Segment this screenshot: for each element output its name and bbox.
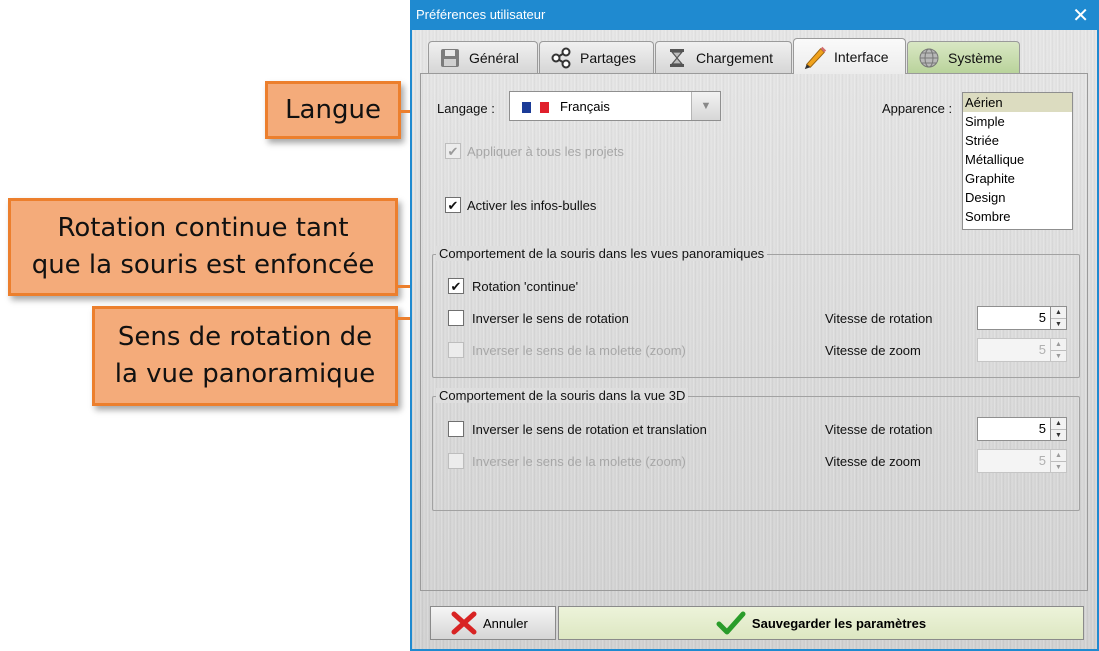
apply-all-label: Appliquer à tous les projets [467, 144, 624, 159]
spin-up-icon[interactable]: ▲ [1051, 307, 1066, 318]
globe-icon [916, 45, 942, 71]
spin-down-icon[interactable]: ▼ [1051, 350, 1066, 362]
appearance-option[interactable]: Striée [963, 131, 1072, 150]
tab-interface-label: Interface [834, 48, 889, 65]
view3d-zoom-speed-value[interactable]: 5 [977, 449, 1051, 473]
view3d-invert-wheel-checkbox[interactable] [448, 453, 464, 469]
pano-zoom-speed-value[interactable]: 5 [977, 338, 1051, 362]
save-button-label: Sauvegarder les paramètres [751, 615, 927, 631]
view3d-rotation-speed-value[interactable]: 5 [977, 417, 1051, 441]
view3d-group-title: Comportement de la souris dans la vue 3D [436, 388, 689, 403]
pano-invert-wheel-label: Inverser le sens de la molette (zoom) [472, 343, 686, 358]
green-check-icon [716, 610, 746, 636]
view3d-zoom-speed-spinner[interactable]: 5 ▲ ▼ [977, 449, 1067, 473]
appearance-option[interactable]: Sombre [963, 207, 1072, 226]
continuous-rotation-label: Rotation 'continue' [472, 279, 579, 294]
preferences-window: Préférences utilisateur ✕ Général Partag… [410, 0, 1099, 651]
tab-partages[interactable]: Partages [539, 41, 654, 73]
tab-general[interactable]: Général [428, 41, 538, 73]
cancel-button-label: Annuler [483, 615, 528, 631]
tab-partages-label: Partages [580, 49, 637, 66]
appearance-option[interactable]: Aérien [963, 93, 1072, 112]
appearance-list[interactable]: Aérien Simple Striée Métallique Graphite Desi… [962, 92, 1073, 230]
pano-rotation-speed-spinner[interactable]: 5 ▲ ▼ [977, 306, 1067, 330]
spin-up-icon[interactable]: ▲ [1051, 450, 1066, 461]
title-bar: Préférences utilisateur ✕ [410, 0, 1099, 30]
callout-rotation-line2: que la souris est enfoncée [31, 250, 375, 280]
callout-sens: Sens de rotation de la vue panoramique [92, 306, 398, 406]
view3d-invert-wheel-label: Inverser le sens de la molette (zoom) [472, 454, 686, 469]
chevron-down-icon[interactable]: ▼ [691, 92, 720, 120]
save-settings-button[interactable]: Sauvegarder les paramètres [558, 606, 1084, 640]
spin-down-icon[interactable]: ▼ [1051, 318, 1066, 330]
callout-langue-text: Langue [285, 95, 381, 125]
view3d-invert-rotation-checkbox[interactable] [448, 421, 464, 437]
pano-rotation-speed-label: Vitesse de rotation [825, 311, 933, 326]
callout-sens-line2: la vue panoramique [114, 359, 376, 389]
tab-chargement-label: Chargement [696, 49, 774, 66]
spin-up-icon[interactable]: ▲ [1051, 418, 1066, 429]
language-value: Français [560, 99, 610, 114]
continuous-rotation-checkbox[interactable]: ✔ [448, 278, 464, 294]
window-client: Général Partages Chargement Interface Sy… [412, 30, 1097, 649]
spin-down-icon[interactable]: ▼ [1051, 461, 1066, 473]
callout-sens-line1: Sens de rotation de [117, 322, 373, 352]
pano-zoom-speed-label: Vitesse de zoom [825, 343, 921, 358]
tooltips-checkbox[interactable]: ✔ [445, 197, 461, 213]
apply-all-checkbox[interactable]: ✔ [445, 143, 461, 159]
appearance-label: Apparence : [882, 101, 953, 116]
pano-group-title: Comportement de la souris dans les vues … [436, 246, 768, 261]
hourglass-icon [664, 45, 690, 71]
pano-invert-rotation-checkbox[interactable] [448, 310, 464, 326]
tooltips-label: Activer les infos-bulles [467, 198, 597, 213]
language-label: Langage : [437, 101, 495, 116]
window-title: Préférences utilisateur [416, 7, 546, 22]
view3d-zoom-speed-label: Vitesse de zoom [825, 454, 921, 469]
french-flag-icon [522, 102, 549, 113]
floppy-disk-icon [437, 45, 463, 71]
cancel-button[interactable]: Annuler [430, 606, 556, 640]
pano-invert-wheel-checkbox[interactable] [448, 342, 464, 358]
appearance-option[interactable]: Simple [963, 112, 1072, 131]
pencil-icon [802, 44, 828, 70]
tab-systeme[interactable]: Système [907, 41, 1020, 73]
close-icon[interactable]: ✕ [1072, 3, 1089, 28]
callout-langue: Langue [265, 81, 401, 139]
red-x-icon [451, 611, 477, 635]
pano-rotation-speed-value[interactable]: 5 [977, 306, 1051, 330]
appearance-option[interactable]: Graphite [963, 169, 1072, 188]
view3d-rotation-speed-spinner[interactable]: 5 ▲ ▼ [977, 417, 1067, 441]
spin-up-icon[interactable]: ▲ [1051, 339, 1066, 350]
spin-down-icon[interactable]: ▼ [1051, 429, 1066, 441]
callout-rotation-line1: Rotation continue tant [57, 213, 349, 243]
view3d-invert-rotation-label: Inverser le sens de rotation et translat… [472, 422, 707, 437]
view3d-rotation-speed-label: Vitesse de rotation [825, 422, 933, 437]
callout-rotation: Rotation continue tant que la souris est… [8, 198, 398, 296]
tab-systeme-label: Système [948, 49, 1003, 66]
tab-interface[interactable]: Interface [793, 38, 906, 74]
pano-zoom-speed-spinner[interactable]: 5 ▲ ▼ [977, 338, 1067, 362]
tab-chargement[interactable]: Chargement [655, 41, 792, 73]
pano-invert-rotation-label: Inverser le sens de rotation [472, 311, 629, 326]
appearance-option[interactable]: Design [963, 188, 1072, 207]
tab-general-label: Général [469, 49, 519, 66]
language-select[interactable]: Français ▼ [509, 91, 721, 121]
share-icon [548, 45, 574, 71]
appearance-option[interactable]: Métallique [963, 150, 1072, 169]
